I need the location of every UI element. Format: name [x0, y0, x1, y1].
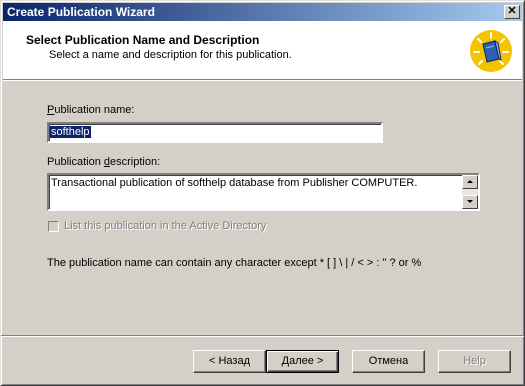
- close-button[interactable]: ✕: [504, 5, 520, 19]
- footer-divider: [1, 335, 524, 337]
- scroll-up-button[interactable]: [462, 175, 478, 189]
- publication-name-label: Publication name:: [47, 104, 135, 116]
- header-divider: [3, 80, 522, 81]
- publication-book-icon: [470, 30, 512, 72]
- cancel-button[interactable]: Отмена: [352, 350, 425, 373]
- description-scrollbar[interactable]: [462, 175, 478, 209]
- close-icon: ✕: [507, 5, 517, 17]
- help-button[interactable]: Help: [438, 350, 511, 373]
- publication-name-value: softhelp: [50, 126, 91, 138]
- active-directory-label: List this publication in the Active Dire…: [64, 220, 267, 232]
- window-title: Create Publication Wizard: [7, 5, 155, 19]
- next-button[interactable]: Далее >: [266, 350, 339, 373]
- arrow-up-icon: [467, 180, 473, 183]
- page-title: Select Publication Name and Description: [26, 33, 260, 47]
- wizard-header: Select Publication Name and Description …: [3, 21, 522, 80]
- page-subtitle: Select a name and description for this p…: [49, 49, 292, 61]
- back-button[interactable]: < Назад: [193, 350, 266, 373]
- title-bar[interactable]: Create Publication Wizard ✕: [3, 3, 522, 21]
- publication-name-input[interactable]: softhelp: [47, 122, 383, 143]
- publication-description-input[interactable]: Transactional publication of softhelp da…: [47, 173, 480, 211]
- active-directory-checkbox[interactable]: [48, 221, 59, 232]
- scroll-down-button[interactable]: [462, 195, 478, 209]
- name-rules-hint: The publication name can contain any cha…: [47, 257, 422, 269]
- publication-description-value: Transactional publication of softhelp da…: [51, 177, 418, 189]
- publication-description-label: Publication description:: [47, 156, 161, 168]
- arrow-down-icon: [467, 200, 473, 203]
- wizard-window: Create Publication Wizard ✕ Select Publi…: [0, 0, 525, 386]
